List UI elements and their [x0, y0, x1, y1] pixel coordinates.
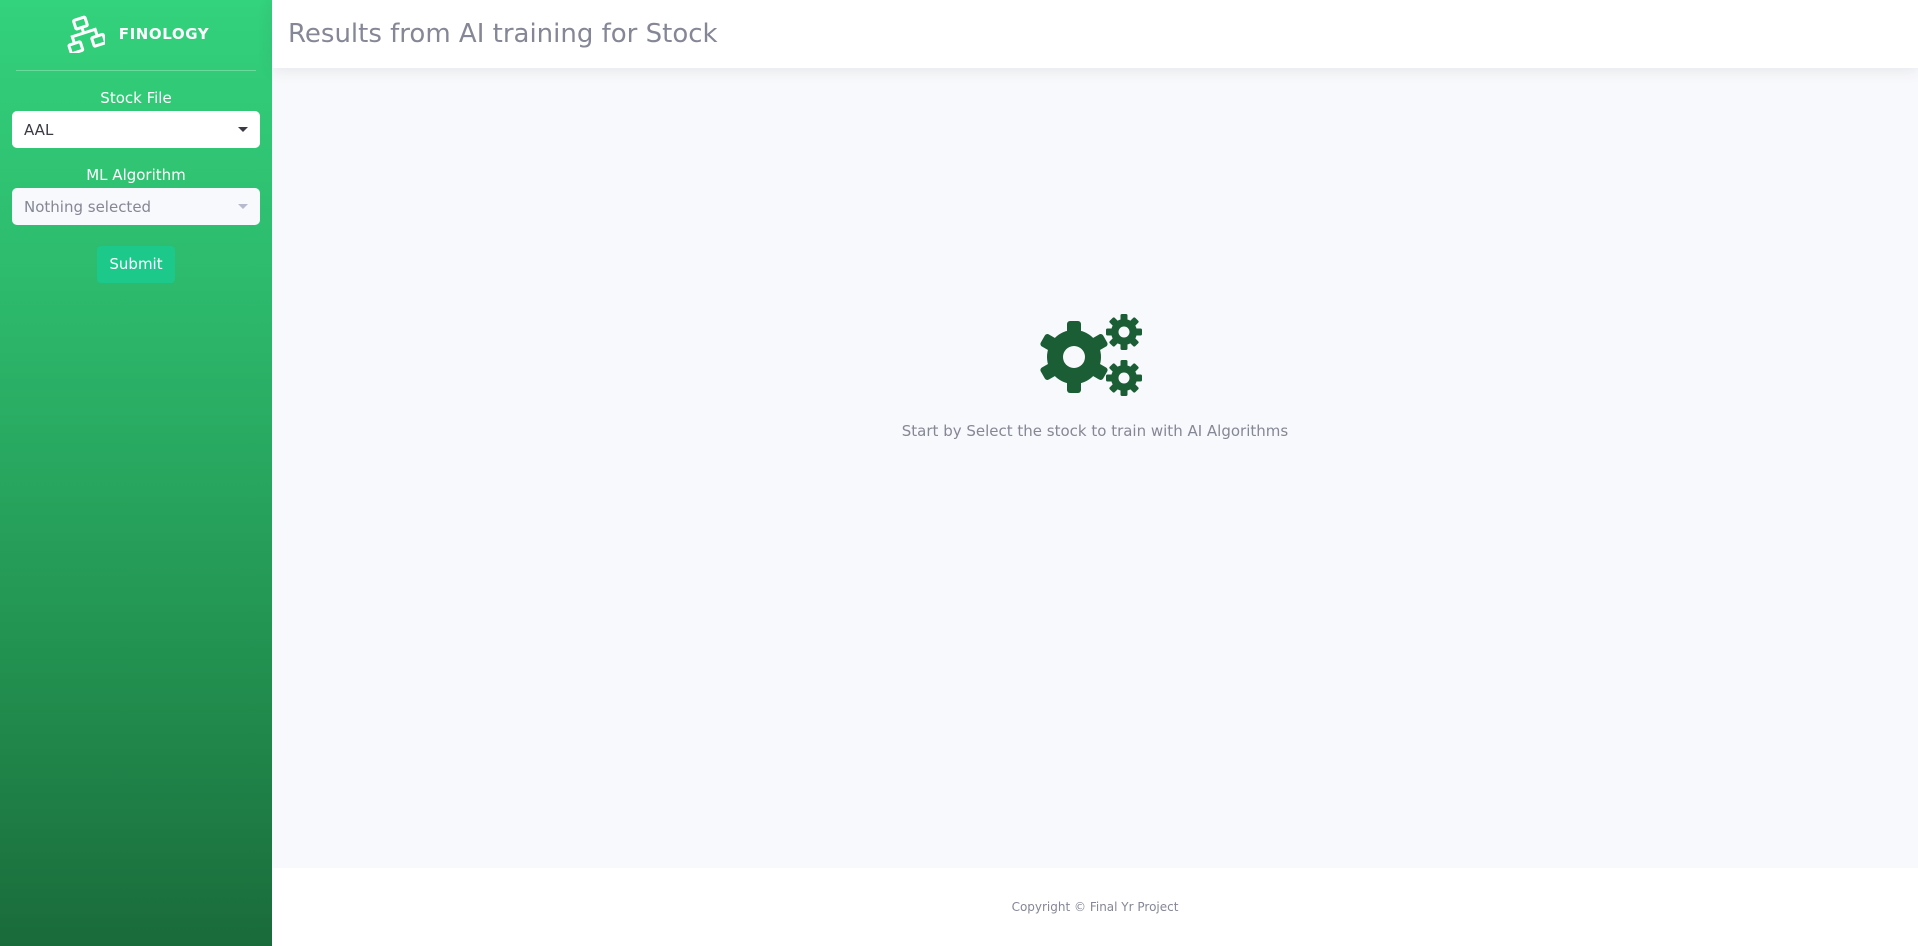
- caret-down-icon: [238, 127, 248, 132]
- copyright-text: Copyright © Final Yr Project: [1011, 900, 1179, 914]
- stock-file-selected-value: AAL: [24, 120, 54, 139]
- stock-file-label: Stock File: [100, 89, 172, 107]
- topbar: Results from AI training for Stock: [272, 0, 1918, 68]
- empty-state-message: Start by Select the stock to train with …: [901, 422, 1289, 440]
- brand[interactable]: FINOLOGY: [0, 0, 272, 68]
- brand-name: FINOLOGY: [118, 25, 210, 43]
- ml-algorithm-select[interactable]: Nothing selected: [12, 188, 260, 225]
- submit-wrapper: Submit: [0, 246, 272, 283]
- footer: Copyright © Final Yr Project: [272, 868, 1918, 946]
- page-title: Results from AI training for Stock: [288, 19, 718, 49]
- gears-icon: [1040, 314, 1142, 396]
- stock-file-select[interactable]: AAL: [12, 111, 260, 148]
- sidebar-divider: [16, 70, 256, 71]
- sidebar: FINOLOGY Stock File AAL ML Algorithm Not…: [0, 0, 272, 946]
- sitemap-icon: [67, 15, 105, 53]
- main-content: Start by Select the stock to train with …: [272, 68, 1918, 868]
- caret-down-icon: [238, 204, 248, 209]
- ml-algorithm-label: ML Algorithm: [86, 166, 186, 184]
- submit-button[interactable]: Submit: [97, 246, 175, 283]
- ml-algorithm-placeholder: Nothing selected: [24, 197, 152, 216]
- empty-state: Start by Select the stock to train with …: [272, 314, 1918, 440]
